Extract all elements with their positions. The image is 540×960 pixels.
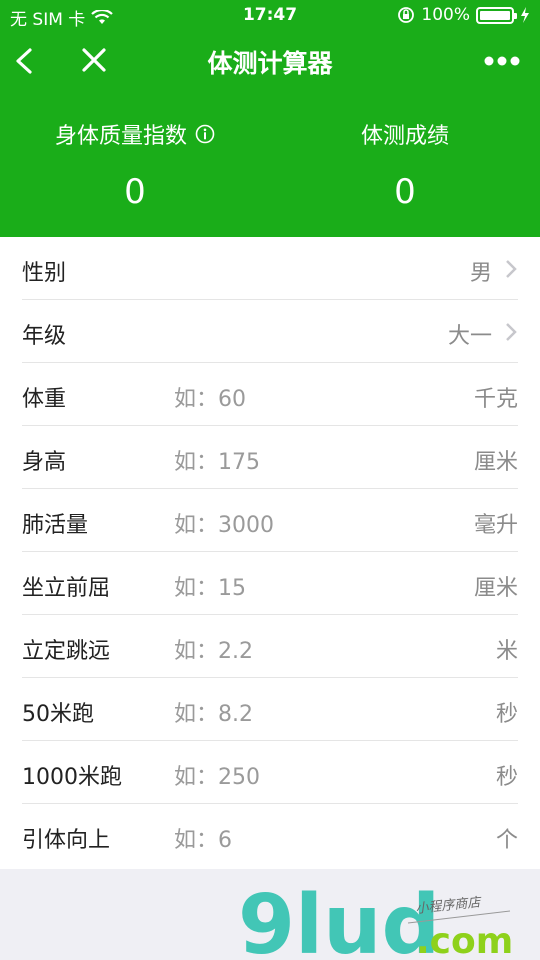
footer-area: 9lud 小程序商店 .com	[0, 869, 540, 960]
grade-label: 年级	[22, 324, 67, 349]
sit-and-reach-input[interactable]: 如：15	[174, 570, 246, 602]
run-1000m-field[interactable]: 1000米跑 如：250 秒	[22, 741, 518, 804]
height-input[interactable]: 如：175	[174, 444, 260, 476]
pull-up-input[interactable]: 如：6	[174, 822, 232, 854]
sit-and-reach-unit: 厘米	[473, 576, 518, 601]
long-jump-field[interactable]: 立定跳远 如：2.2 米	[22, 615, 518, 678]
run-1000m-input[interactable]: 如：250	[174, 759, 260, 791]
navigation-bar: 体测计算器	[0, 30, 540, 92]
bmi-metric: 身体质量指数 0	[0, 118, 270, 212]
height-label: 身高	[22, 450, 67, 475]
height-field[interactable]: 身高 如：175 厘米	[22, 426, 518, 489]
chevron-right-icon	[506, 323, 517, 341]
info-icon[interactable]	[195, 124, 215, 144]
chevron-right-icon	[506, 260, 517, 278]
results-header: 身体质量指数 0 体测成绩 0	[0, 92, 540, 237]
orientation-lock-icon	[398, 7, 415, 23]
vital-capacity-unit: 毫升	[473, 513, 518, 538]
weight-input[interactable]: 如：60	[174, 381, 246, 413]
score-label: 体测成绩	[360, 124, 449, 149]
grade-value: 大一	[447, 324, 492, 349]
score-value: 0	[394, 172, 416, 212]
sprint-50m-unit: 秒	[495, 702, 518, 727]
pull-up-field[interactable]: 引体向上 如：6 个	[22, 804, 518, 867]
watermark-brand: 9lud	[238, 881, 440, 960]
gender-label: 性别	[22, 261, 67, 286]
grade-picker[interactable]: 年级 大一	[22, 300, 518, 363]
bmi-value: 0	[124, 172, 146, 212]
vital-capacity-field[interactable]: 肺活量 如：3000 毫升	[22, 489, 518, 552]
battery-percent: 100%	[421, 5, 470, 25]
vital-capacity-label: 肺活量	[22, 513, 89, 538]
run-1000m-label: 1000米跑	[22, 765, 122, 790]
bmi-label: 身体质量指数	[54, 124, 187, 149]
pull-up-label: 引体向上	[22, 828, 111, 853]
sit-and-reach-label: 坐立前屈	[22, 576, 111, 601]
charging-icon	[521, 7, 529, 23]
sprint-50m-field[interactable]: 50米跑 如：8.2 秒	[22, 678, 518, 741]
height-unit: 厘米	[473, 450, 518, 475]
score-metric: 体测成绩 0	[270, 118, 540, 212]
more-icon[interactable]	[482, 48, 522, 74]
watermark-domain: .com	[416, 921, 513, 960]
gender-picker[interactable]: 性别 男	[22, 237, 518, 300]
long-jump-input[interactable]: 如：2.2	[174, 633, 253, 665]
input-form: 性别 男 年级 大一 体重 如：60 千克 身高 如：175 厘米 肺活量 如：…	[0, 237, 540, 869]
weight-label: 体重	[22, 387, 67, 412]
battery-icon	[476, 6, 517, 24]
status-bar: 无 SIM 卡 17:47 100%	[0, 0, 540, 30]
vital-capacity-input[interactable]: 如：3000	[174, 507, 274, 539]
watermark-logo: 9lud 小程序商店 .com	[238, 881, 513, 960]
weight-field[interactable]: 体重 如：60 千克	[22, 363, 518, 426]
gender-value: 男	[469, 261, 492, 286]
page-title: 体测计算器	[207, 49, 333, 78]
long-jump-unit: 米	[495, 639, 518, 664]
sit-and-reach-field[interactable]: 坐立前屈 如：15 厘米	[22, 552, 518, 615]
pull-up-unit: 个	[495, 828, 518, 853]
sprint-50m-label: 50米跑	[22, 702, 94, 727]
run-1000m-unit: 秒	[495, 765, 518, 790]
sprint-50m-input[interactable]: 如：8.2	[174, 696, 253, 728]
weight-unit: 千克	[473, 387, 518, 412]
long-jump-label: 立定跳远	[22, 639, 111, 664]
